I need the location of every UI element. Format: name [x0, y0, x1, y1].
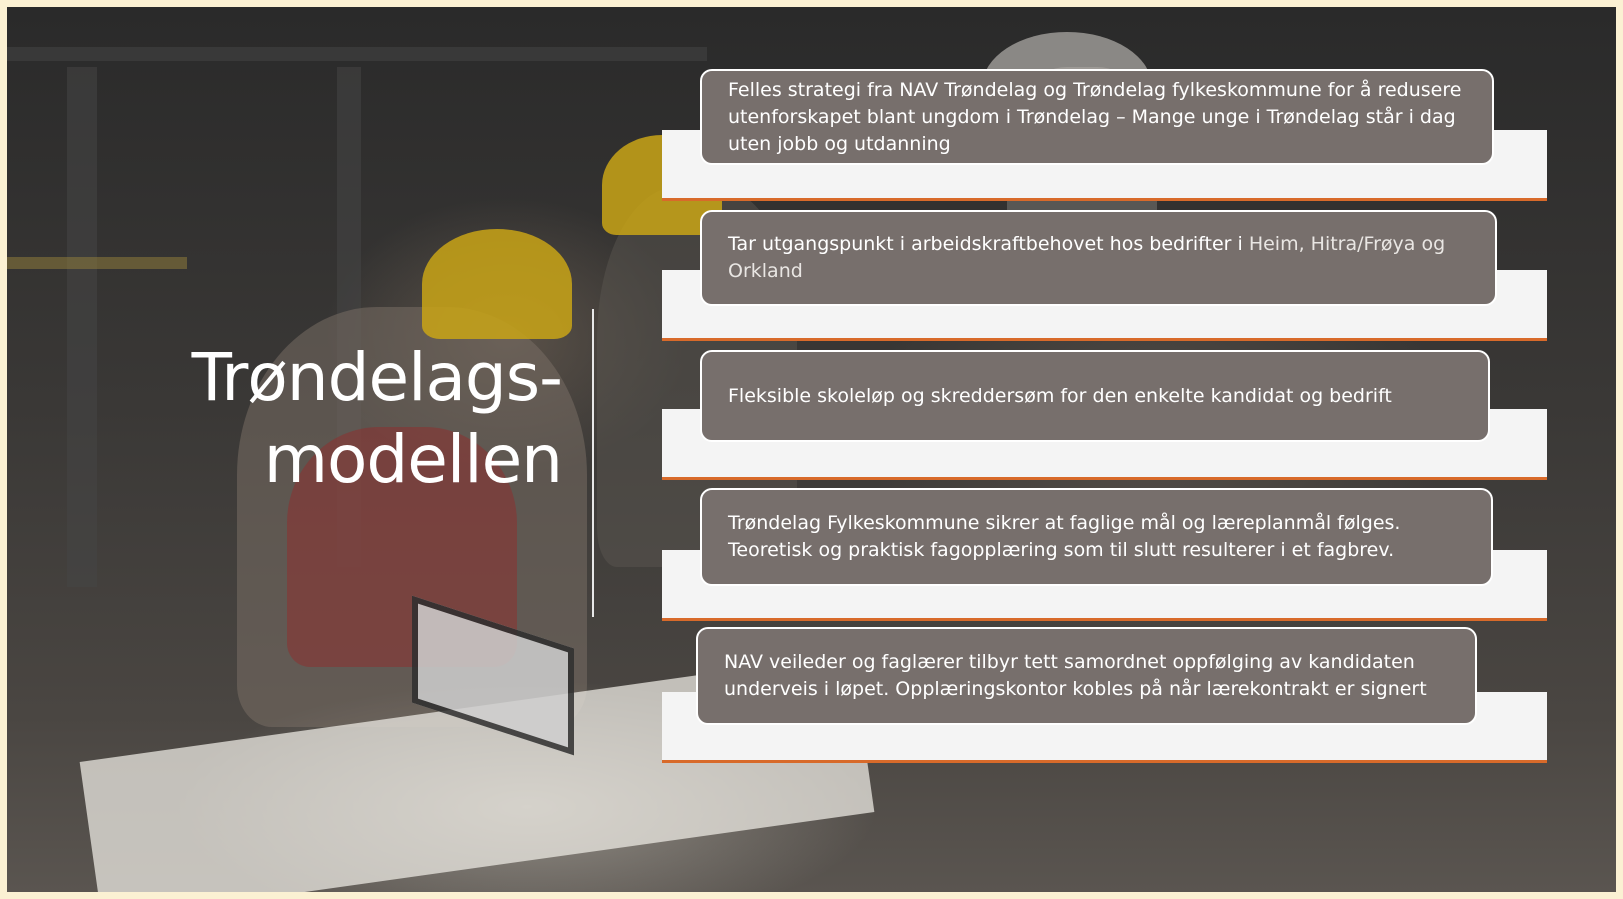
item-card-1: Felles strategi fra NAV Trøndelag og Trø…	[700, 69, 1494, 165]
item-card-4: Trøndelag Fylkeskommune sikrer at faglig…	[700, 488, 1493, 586]
item-text-1: Felles strategi fra NAV Trøndelag og Trø…	[728, 78, 1462, 155]
title-line-2: modellen	[263, 421, 563, 498]
title-line-1: Trøndelags-	[191, 339, 563, 416]
item-text-3: Fleksible skoleløp og skreddersøm for de…	[728, 384, 1392, 407]
item-card-2: Tar utgangspunkt i arbeidskraftbehovet h…	[700, 210, 1497, 306]
slide-title: Trøndelags- modellen	[157, 337, 563, 501]
item-text-5: NAV veileder og faglærer tilbyr tett sam…	[724, 651, 1427, 700]
vertical-divider	[592, 309, 594, 617]
item-text-2: Tar utgangspunkt i arbeidskraftbehovet h…	[728, 233, 1446, 282]
slide: Trøndelags- modellen Felles strategi fra…	[7, 7, 1616, 892]
slide-frame: Trøndelags- modellen Felles strategi fra…	[0, 0, 1623, 899]
item-card-3: Fleksible skoleløp og skreddersøm for de…	[700, 350, 1490, 442]
item-card-5: NAV veileder og faglærer tilbyr tett sam…	[696, 627, 1477, 725]
item-text-4: Trøndelag Fylkeskommune sikrer at faglig…	[728, 512, 1401, 561]
